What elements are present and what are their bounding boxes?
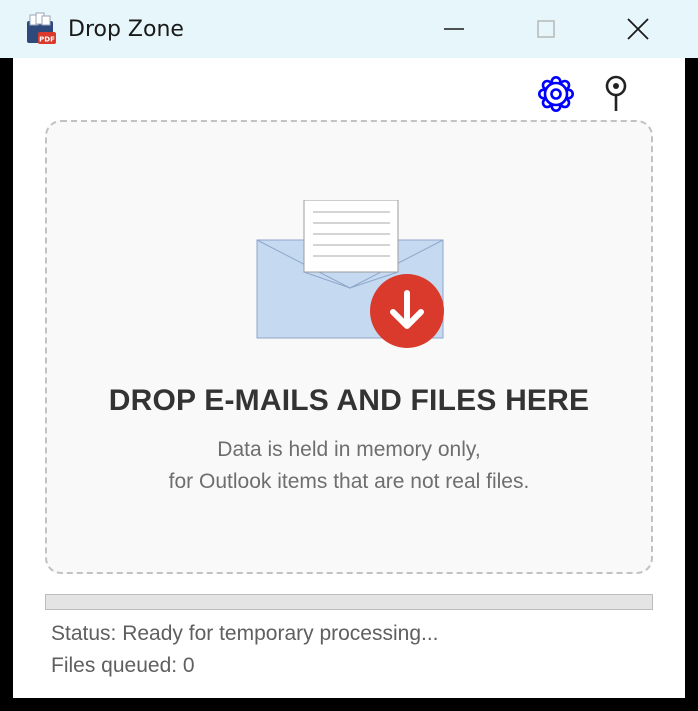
drop-subtitle-line1: Data is held in memory only, [217, 438, 481, 461]
drop-area[interactable]: DROP E-MAILS AND FILES HERE Data is held… [45, 120, 653, 574]
title-bar[interactable]: PDF Drop Zone [0, 0, 698, 58]
close-button[interactable] [592, 0, 684, 58]
envelope-download-icon [256, 200, 444, 348]
progress-bar [45, 594, 653, 610]
drop-zone-window: PDF Drop Zone DROP E-MAILS AND FILES HER… [0, 0, 698, 711]
maximize-icon [537, 20, 555, 38]
close-icon [627, 18, 649, 40]
pin-button[interactable] [596, 74, 636, 114]
minimize-button[interactable] [408, 0, 500, 58]
gear-icon [538, 76, 574, 112]
main-content: DROP E-MAILS AND FILES HERE Data is held… [13, 58, 685, 698]
drop-subtitle-line2: for Outlook items that are not real file… [168, 470, 530, 493]
minimize-icon [444, 28, 464, 30]
drop-title: DROP E-MAILS AND FILES HERE [108, 384, 590, 417]
files-queued-text: Files queued: 0 [51, 654, 195, 677]
status-text: Status: Ready for temporary processing..… [51, 622, 439, 645]
window-title: Drop Zone [68, 17, 184, 42]
pin-icon [605, 75, 627, 111]
maximize-button[interactable] [500, 0, 592, 58]
pdf-stack-icon: PDF [27, 12, 56, 44]
settings-button[interactable] [536, 74, 576, 114]
pdf-badge-text: PDF [39, 36, 55, 44]
